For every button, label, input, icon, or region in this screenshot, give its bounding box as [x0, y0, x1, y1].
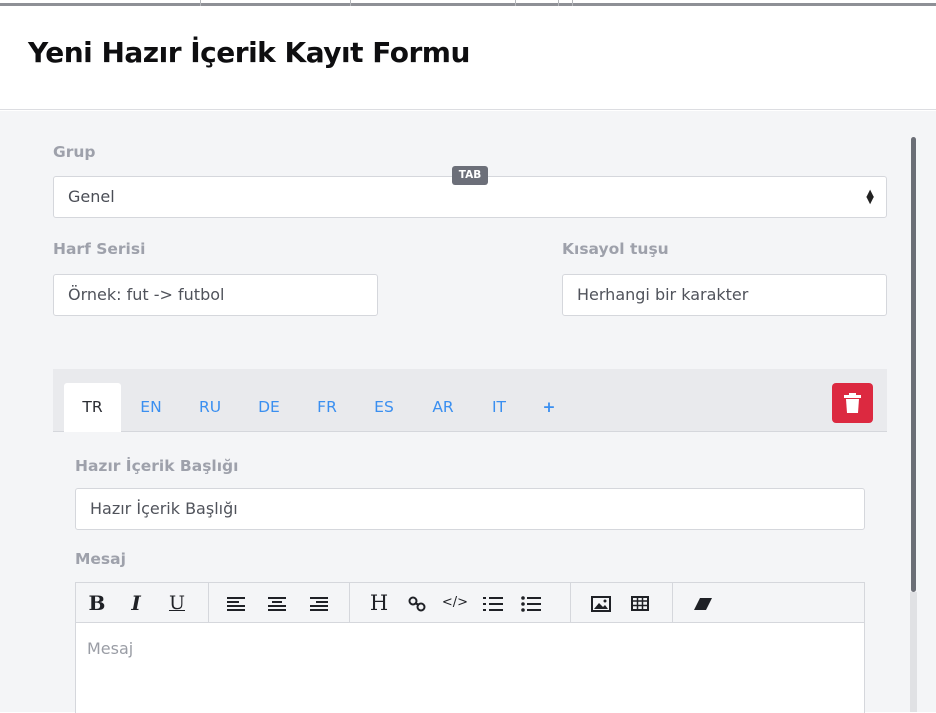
toolbar-group-font: B I U	[76, 583, 209, 623]
top-strip	[0, 0, 936, 8]
tab-de[interactable]: DE	[253, 383, 285, 432]
align-right-icon	[310, 596, 328, 611]
top-strip-tick	[350, 0, 351, 6]
message-label: Mesaj	[75, 550, 126, 568]
italic-button[interactable]: I	[121, 583, 151, 623]
image-icon	[591, 595, 611, 612]
link-icon	[408, 596, 426, 611]
tab-ru[interactable]: RU	[194, 383, 226, 432]
tab-key-badge: TAB	[452, 166, 488, 185]
modal-header: Yeni Hazır İçerik Kayıt Formu	[0, 8, 936, 110]
code-button[interactable]: </>	[440, 583, 470, 623]
toolbar-group-align	[209, 583, 350, 623]
ordered-list-icon	[483, 596, 503, 611]
align-center-button[interactable]	[262, 583, 292, 623]
tab-es[interactable]: ES	[368, 383, 400, 432]
align-center-icon	[268, 596, 286, 611]
eraser-button[interactable]	[688, 583, 718, 623]
toolbar-group-insert: H </>	[350, 583, 571, 623]
image-button[interactable]	[586, 583, 616, 623]
tab-it[interactable]: IT	[483, 383, 515, 432]
message-editor: B I U H </> Mesaj	[75, 582, 865, 713]
editor-toolbar: B I U H </>	[76, 583, 864, 623]
select-arrows-icon: ▲ ▼	[866, 188, 874, 206]
eraser-icon	[694, 597, 712, 610]
table-button[interactable]	[625, 583, 655, 623]
link-button[interactable]	[402, 583, 432, 623]
scrollbar-thumb[interactable]	[911, 137, 916, 592]
bullet-list-button[interactable]	[516, 583, 546, 623]
toolbar-group-clear	[673, 583, 733, 623]
content-title-input[interactable]: Hazır İçerik Başlığı	[75, 488, 865, 530]
top-strip-tick	[572, 0, 573, 6]
group-select-value: Genel	[68, 187, 115, 206]
content-title-label: Hazır İçerik Başlığı	[75, 457, 239, 475]
tab-ar[interactable]: AR	[427, 383, 459, 432]
top-strip-tick	[200, 0, 201, 6]
ordered-list-button[interactable]	[478, 583, 508, 623]
letter-series-input[interactable]: Örnek: fut -> futbol	[53, 274, 378, 316]
toolbar-group-media	[571, 583, 673, 623]
top-strip-line	[0, 3, 936, 6]
page-title: Yeni Hazır İçerik Kayıt Formu	[28, 36, 470, 69]
align-left-button[interactable]	[221, 583, 251, 623]
group-label: Grup	[53, 143, 96, 161]
bullet-list-icon	[521, 595, 541, 612]
letter-series-label: Harf Serisi	[53, 240, 146, 258]
underline-button[interactable]: U	[162, 583, 192, 623]
align-left-icon	[227, 596, 245, 611]
align-right-button[interactable]	[304, 583, 334, 623]
trash-icon	[844, 393, 861, 413]
heading-button[interactable]: H	[364, 583, 394, 623]
tab-tr[interactable]: TR	[64, 383, 121, 432]
tab-fr[interactable]: FR	[311, 383, 343, 432]
shortcut-label: Kısayol tuşu	[562, 240, 669, 258]
top-strip-tick	[515, 0, 516, 6]
shortcut-input[interactable]: Herhangi bir karakter	[562, 274, 887, 316]
top-strip-tick	[558, 0, 559, 6]
language-tabs: TR EN RU DE FR ES AR IT +	[53, 369, 887, 432]
table-icon	[631, 596, 649, 611]
delete-button[interactable]	[832, 383, 873, 423]
add-language-tab[interactable]: +	[533, 383, 565, 432]
scrollbar-track[interactable]	[910, 592, 917, 712]
bold-button[interactable]: B	[82, 583, 112, 623]
message-placeholder[interactable]: Mesaj	[87, 639, 133, 658]
tab-en[interactable]: EN	[135, 383, 167, 432]
